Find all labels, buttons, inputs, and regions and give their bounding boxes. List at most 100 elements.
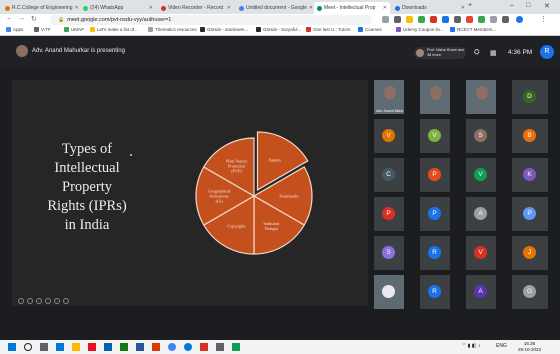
browser-tab[interactable]: Downloads ✕: [392, 2, 468, 14]
participant-tile[interactable]: R: [420, 236, 450, 270]
participant-tile[interactable]: V: [466, 236, 496, 270]
participant-tile[interactable]: [374, 275, 404, 309]
participant-tile[interactable]: Adv. Anand Mahu: [374, 80, 404, 114]
participant-tile[interactable]: K: [512, 158, 548, 192]
participant-tile[interactable]: [420, 80, 450, 114]
participant-tile[interactable]: S: [374, 236, 404, 270]
bookmark-item[interactable]: GitHub - aranlowm...: [200, 27, 248, 32]
chrome-icon[interactable]: [168, 343, 176, 351]
bookmark-item[interactable]: One last U.: Tutors: [306, 27, 351, 32]
url-input[interactable]: 🔒 meet.google.com/pvt-nsdu-vyy/authuser=1: [50, 15, 372, 25]
language-indicator[interactable]: ENG: [496, 343, 507, 349]
app-icon[interactable]: [88, 343, 96, 351]
participant-tile[interactable]: C: [374, 158, 404, 192]
meet-clock: 4:36 PM: [508, 49, 533, 56]
powerpoint-icon[interactable]: [152, 343, 160, 351]
participant-tile[interactable]: P: [374, 197, 404, 231]
close-tab-icon[interactable]: ✕: [73, 5, 78, 11]
zoom-icon[interactable]: [45, 298, 51, 304]
participants-icon[interactable]: ⛭: [474, 49, 480, 57]
participant-tile[interactable]: B: [512, 119, 548, 153]
bookmark-item[interactable]: Let's make a list of...: [90, 27, 138, 32]
participant-tile[interactable]: V: [420, 119, 450, 153]
app-icon[interactable]: [56, 343, 64, 351]
more-icon[interactable]: [63, 298, 69, 304]
bookmark-star-icon[interactable]: [406, 16, 413, 23]
tab-title: Video Recorder - Record: [168, 5, 224, 11]
participant-avatar: A: [474, 285, 487, 298]
profile-icon[interactable]: [516, 16, 523, 23]
close-tab-icon[interactable]: ✕: [307, 5, 312, 11]
layout-icon[interactable]: ▦: [490, 49, 497, 57]
tray-icons[interactable]: ⌃ ▮ ◧ ♪: [462, 343, 480, 349]
browser-tab[interactable]: R.C.College of Engineering ✕: [2, 2, 78, 14]
task-view-icon[interactable]: [40, 343, 48, 351]
view-icon[interactable]: [54, 298, 60, 304]
browser-tab[interactable]: Meet - Intellectual Prop ✕: [314, 2, 390, 14]
pen-icon[interactable]: [36, 298, 42, 304]
slide-title-line: Intellectual: [54, 160, 120, 176]
reload-icon[interactable]: ↻: [31, 15, 37, 23]
puzzle-icon[interactable]: [490, 16, 497, 23]
browser-tab[interactable]: Untitled document - Google ✕: [236, 2, 312, 14]
participant-tile[interactable]: V: [466, 158, 496, 192]
participant-tile[interactable]: D: [512, 80, 548, 114]
app-icon[interactable]: [104, 343, 112, 351]
extension-icon[interactable]: [466, 16, 473, 23]
bookmark-item[interactable]: V-TF: [34, 27, 51, 32]
app-icon[interactable]: [120, 343, 128, 351]
participant-tile[interactable]: G: [512, 275, 548, 309]
new-tab-button[interactable]: +: [468, 2, 472, 9]
maximize-button[interactable]: □: [526, 2, 530, 9]
participant-tile[interactable]: S: [466, 119, 496, 153]
bookmark-item[interactable]: RCECT Members...: [450, 27, 496, 32]
share-icon[interactable]: [394, 16, 401, 23]
participant-tile[interactable]: P: [512, 197, 548, 231]
bookmark-item[interactable]: UMAP: [64, 27, 84, 32]
self-view-pill[interactable]: Prof. Nisha Khare and 38 more: [414, 47, 466, 59]
extension-icon[interactable]: [478, 16, 485, 23]
prev-slide-icon[interactable]: [18, 298, 24, 304]
app-icon[interactable]: [232, 343, 240, 351]
browser-tab[interactable]: (24) WhatsApp ✕: [80, 2, 156, 14]
minimize-button[interactable]: –: [510, 2, 514, 9]
search-icon[interactable]: [24, 343, 32, 351]
sidebar-icon[interactable]: [502, 16, 509, 23]
bookmark-item[interactable]: Apps: [6, 27, 23, 32]
participant-tile[interactable]: P: [420, 158, 450, 192]
participant-tile[interactable]: [466, 80, 496, 114]
play-icon[interactable]: [27, 298, 33, 304]
extension-icon[interactable]: [454, 16, 461, 23]
extension-icon[interactable]: [430, 16, 437, 23]
participant-tile[interactable]: P: [420, 197, 450, 231]
close-tab-icon[interactable]: ✕: [147, 5, 153, 11]
bookmark-item[interactable]: GitHub - Suryaful...: [256, 27, 301, 32]
back-icon[interactable]: ←: [6, 15, 13, 22]
windows-start-icon[interactable]: [8, 343, 16, 351]
participant-tile[interactable]: J: [512, 236, 548, 270]
edge-icon[interactable]: [184, 343, 192, 351]
participant-tile[interactable]: A: [466, 275, 496, 309]
file-explorer-icon[interactable]: [72, 343, 80, 351]
close-tab-icon[interactable]: ✕: [225, 5, 231, 11]
extension-icon[interactable]: [418, 16, 425, 23]
app-icon[interactable]: [216, 343, 224, 351]
bookmark-item[interactable]: Thematics resources: [148, 27, 197, 32]
participant-tile[interactable]: R: [420, 275, 450, 309]
participant-tile[interactable]: V: [374, 119, 404, 153]
close-tab-icon[interactable]: ✕: [459, 5, 465, 11]
app-icon[interactable]: [200, 343, 208, 351]
self-avatar[interactable]: R: [540, 45, 554, 59]
taskbar-clock[interactable]: 16:36 29-10-2023: [518, 341, 541, 352]
menu-icon[interactable]: ⋮: [540, 15, 547, 23]
close-window-button[interactable]: ✕: [544, 2, 550, 10]
forward-icon[interactable]: →: [18, 15, 25, 22]
bookmark-item[interactable]: Udemy Coupon lin...: [396, 27, 444, 32]
extension-icon[interactable]: [442, 16, 449, 23]
participant-tile[interactable]: A: [466, 197, 496, 231]
word-icon[interactable]: [136, 343, 144, 351]
zoom-icon[interactable]: [382, 16, 389, 23]
close-tab-icon[interactable]: ✕: [381, 5, 387, 11]
bookmark-item[interactable]: Courses: [358, 27, 382, 32]
browser-tab[interactable]: Video Recorder - Record ✕: [158, 2, 234, 14]
